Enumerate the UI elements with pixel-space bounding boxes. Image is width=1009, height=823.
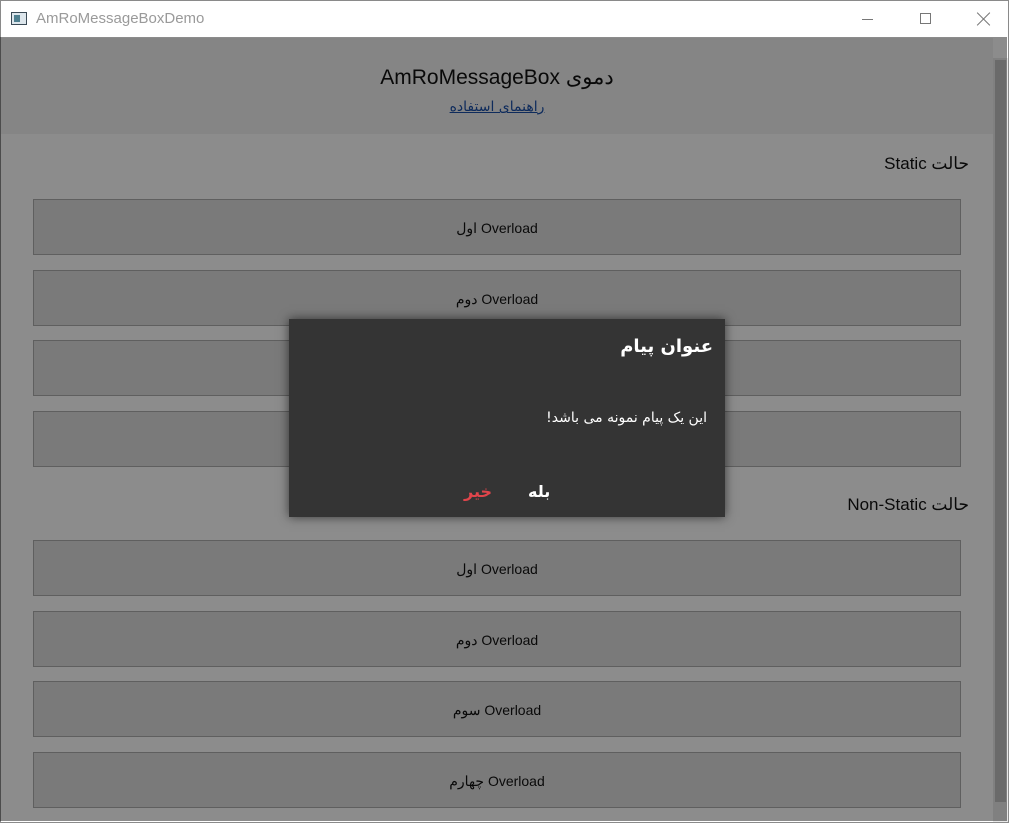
close-button[interactable] (955, 1, 1008, 38)
close-icon (977, 12, 991, 26)
app-window-icon (11, 12, 27, 25)
window-title: AmRoMessageBoxDemo (36, 10, 205, 27)
maximize-button[interactable] (897, 1, 955, 38)
title-bar[interactable]: AmRoMessageBoxDemo (1, 1, 1008, 38)
dialog-title: عنوان پیام (620, 336, 713, 357)
minimize-icon (862, 19, 873, 20)
dialog-message: این یک پیام نمونه می باشد! (546, 410, 707, 426)
minimize-button[interactable] (839, 1, 897, 38)
yes-button[interactable]: بله (528, 482, 550, 501)
message-box-dialog: عنوان پیام این یک پیام نمونه می باشد! بل… (289, 319, 725, 517)
maximize-icon (920, 13, 931, 24)
no-button[interactable]: خیر (464, 482, 492, 501)
